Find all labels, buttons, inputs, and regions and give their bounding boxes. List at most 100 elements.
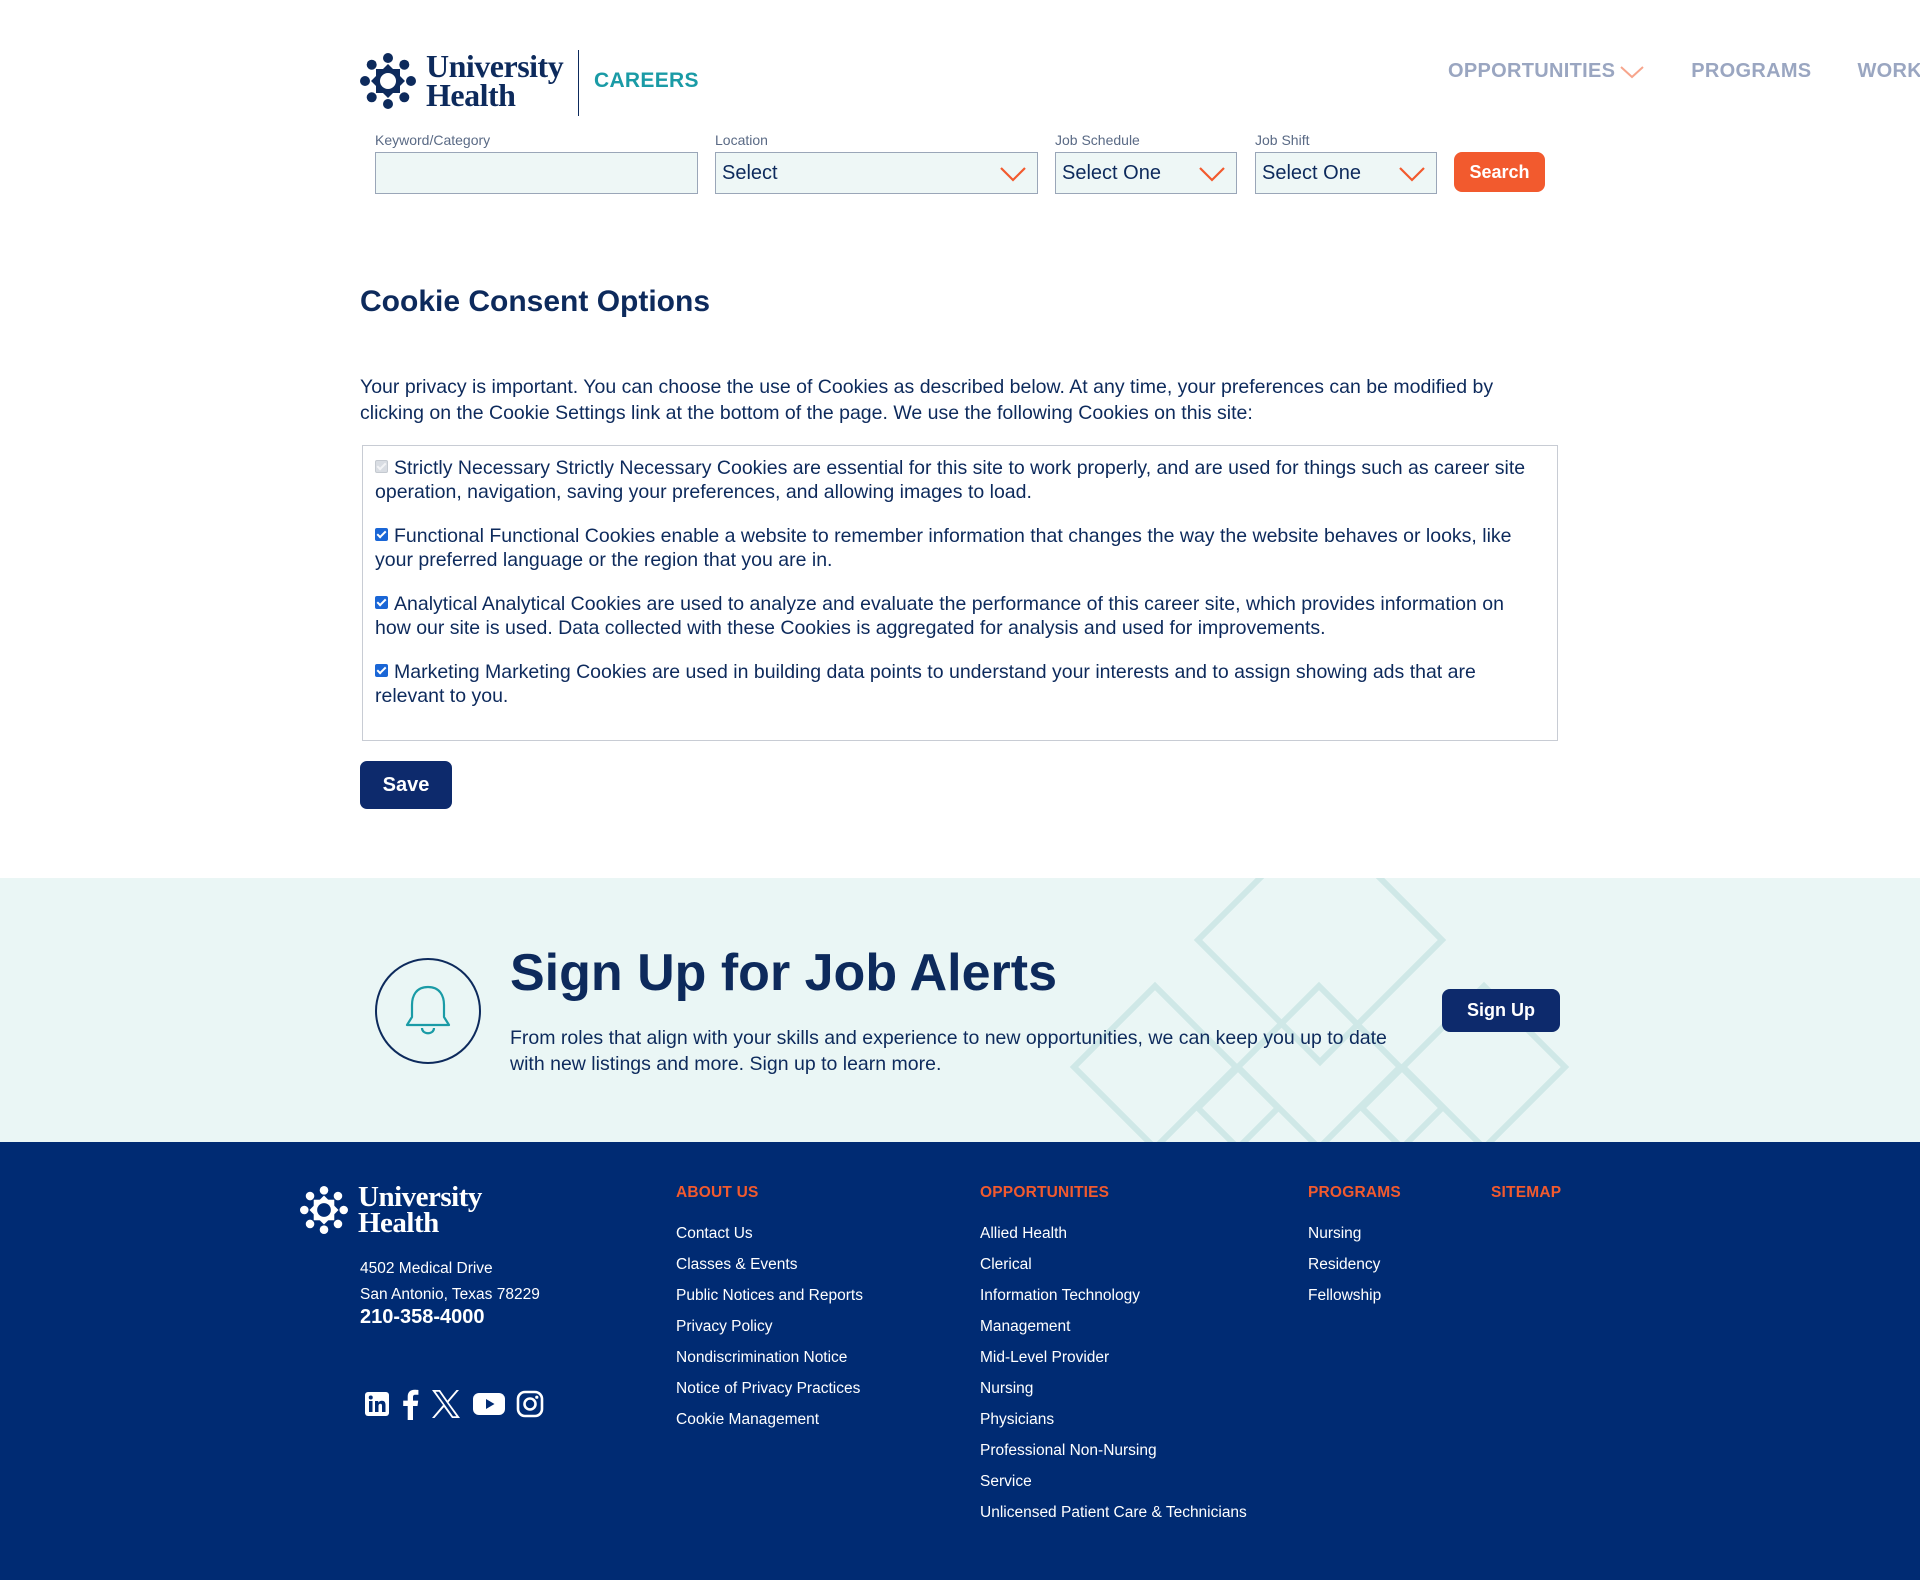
footer-link[interactable]: Cookie Management: [676, 1404, 863, 1435]
chevron-down-icon: [1199, 167, 1225, 182]
chevron-down-icon: [1000, 167, 1026, 182]
cookie-option-functional: Functional Functional Cookies enable a w…: [375, 524, 1545, 572]
footer-col-title[interactable]: SITEMAP: [1491, 1184, 1561, 1202]
keyword-field: Keyword/Category: [375, 132, 698, 194]
chevron-down-icon: [1399, 167, 1425, 182]
bell-icon-circle: [375, 958, 481, 1064]
page-title: Cookie Consent Options: [360, 285, 711, 318]
logo-line-2: Health: [426, 77, 516, 113]
footer-address: 4502 Medical Drive San Antonio, Texas 78…: [360, 1256, 540, 1308]
schedule-label: Job Schedule: [1055, 132, 1140, 148]
social-links: [364, 1388, 555, 1420]
job-alerts-description: From roles that align with your skills a…: [510, 1027, 1387, 1075]
footer-link[interactable]: Notice of Privacy Practices: [676, 1373, 863, 1404]
footer-link[interactable]: Unlicensed Patient Care & Technicians: [980, 1497, 1247, 1528]
footer-link[interactable]: Information Technology: [980, 1280, 1247, 1311]
cookie-option-analytical: Analytical Analytical Cookies are used t…: [375, 592, 1545, 640]
nav-opportunities[interactable]: OPPORTUNITIES: [1448, 60, 1645, 83]
cookie-options-list: Strictly Necessary Strictly Necessary Co…: [362, 445, 1558, 741]
footer-link[interactable]: Service: [980, 1466, 1247, 1497]
diamond-pattern-decoration: [1069, 878, 1570, 1142]
footer-col-sitemap: SITEMAP: [1491, 1184, 1561, 1218]
site-footer: University Health 4502 Medical Drive San…: [0, 1142, 1920, 1580]
shift-select[interactable]: Select One: [1255, 152, 1437, 194]
nav-programs-label: PROGRAMS: [1691, 60, 1812, 82]
site-header: University Health CAREERS OPPORTUNITIES …: [0, 0, 1920, 230]
footer-col-title[interactable]: OPPORTUNITIES: [980, 1184, 1247, 1202]
top-navigation: OPPORTUNITIES PROGRAMS WORKIN: [1448, 60, 1920, 83]
footer-link[interactable]: Management: [980, 1311, 1247, 1342]
footer-link[interactable]: Professional Non-Nursing: [980, 1435, 1247, 1466]
footer-link[interactable]: Classes & Events: [676, 1249, 863, 1280]
careers-label[interactable]: CAREERS: [594, 69, 699, 93]
strictly-necessary-checkbox: [375, 460, 388, 473]
save-button[interactable]: Save: [360, 761, 452, 809]
job-alerts-banner: Sign Up for Job Alerts From roles that a…: [0, 878, 1920, 1142]
job-alerts-title: Sign Up for Job Alerts: [510, 944, 1057, 1002]
footer-col-opportunities: OPPORTUNITIES Allied Health Clerical Inf…: [980, 1184, 1247, 1528]
nav-opportunities-label: OPPORTUNITIES: [1448, 60, 1616, 82]
address-line-2: San Antonio, Texas 78229: [360, 1286, 540, 1303]
cookie-option-marketing: Marketing Marketing Cookies are used in …: [375, 660, 1545, 708]
option-description: Functional Cookies enable a website to r…: [375, 525, 1512, 571]
location-value: Select: [722, 161, 778, 184]
footer-link[interactable]: Public Notices and Reports: [676, 1280, 863, 1311]
option-name: Functional: [394, 525, 484, 547]
cookie-option-strictly-necessary: Strictly Necessary Strictly Necessary Co…: [375, 456, 1545, 504]
location-field: Location Select: [715, 132, 1038, 194]
schedule-select[interactable]: Select One: [1055, 152, 1237, 194]
nav-working[interactable]: WORKIN: [1857, 60, 1920, 83]
university-health-logo[interactable]: University Health: [360, 50, 564, 113]
footer-col-about: ABOUT US Contact Us Classes & Events Pub…: [676, 1184, 863, 1435]
cookie-intro-text: Your privacy is important. You can choos…: [360, 376, 1494, 424]
x-icon[interactable]: [430, 1388, 462, 1420]
footer-link[interactable]: Mid-Level Provider: [980, 1342, 1247, 1373]
option-description: Marketing Cookies are used in building d…: [375, 661, 1476, 707]
footer-col-programs: PROGRAMS Nursing Residency Fellowship: [1308, 1184, 1401, 1311]
logo-line-2: Health: [358, 1207, 439, 1239]
option-description: Analytical Cookies are used to analyze a…: [375, 593, 1504, 639]
shift-field: Job Shift Select One: [1255, 132, 1437, 194]
footer-link[interactable]: Clerical: [980, 1249, 1247, 1280]
footer-logo[interactable]: University Health: [300, 1183, 482, 1239]
footer-col-title[interactable]: PROGRAMS: [1308, 1184, 1401, 1202]
analytical-checkbox[interactable]: [375, 596, 388, 609]
location-label: Location: [715, 132, 768, 148]
schedule-field: Job Schedule Select One: [1055, 132, 1237, 194]
shift-label: Job Shift: [1255, 132, 1310, 148]
footer-link[interactable]: Contact Us: [676, 1218, 863, 1249]
location-select[interactable]: Select: [715, 152, 1038, 194]
footer-link[interactable]: Physicians: [980, 1404, 1247, 1435]
footer-link[interactable]: Residency: [1308, 1249, 1401, 1280]
keyword-input[interactable]: [375, 152, 698, 194]
facebook-icon[interactable]: [401, 1388, 419, 1420]
footer-link[interactable]: Nursing: [980, 1373, 1247, 1404]
footer-phone[interactable]: 210-358-4000: [360, 1306, 485, 1329]
option-name: Analytical: [394, 593, 478, 615]
nav-working-label: WORKIN: [1857, 60, 1920, 82]
instagram-icon[interactable]: [516, 1390, 544, 1418]
shift-value: Select One: [1262, 161, 1361, 184]
sign-up-button[interactable]: Sign Up: [1442, 989, 1560, 1032]
footer-logo-wordmark: University Health: [358, 1183, 482, 1239]
star-logo-icon: [360, 53, 416, 109]
functional-checkbox[interactable]: [375, 528, 388, 541]
youtube-icon[interactable]: [473, 1392, 505, 1416]
marketing-checkbox[interactable]: [375, 664, 388, 677]
nav-programs[interactable]: PROGRAMS: [1691, 60, 1811, 83]
footer-link[interactable]: Privacy Policy: [676, 1311, 863, 1342]
footer-link[interactable]: Nondiscrimination Notice: [676, 1342, 863, 1373]
bell-icon: [405, 985, 451, 1035]
footer-link[interactable]: Allied Health: [980, 1218, 1247, 1249]
chevron-down-icon: [1620, 65, 1644, 78]
logo-divider: [578, 50, 579, 116]
star-logo-icon: [300, 1186, 348, 1234]
option-name: Marketing: [394, 661, 480, 683]
keyword-label: Keyword/Category: [375, 132, 491, 148]
search-button[interactable]: Search: [1454, 152, 1545, 192]
linkedin-icon[interactable]: [364, 1391, 390, 1417]
footer-link[interactable]: Fellowship: [1308, 1280, 1401, 1311]
footer-link[interactable]: Nursing: [1308, 1218, 1401, 1249]
logo-wordmark: University Health: [426, 50, 564, 113]
footer-col-title[interactable]: ABOUT US: [676, 1184, 863, 1202]
